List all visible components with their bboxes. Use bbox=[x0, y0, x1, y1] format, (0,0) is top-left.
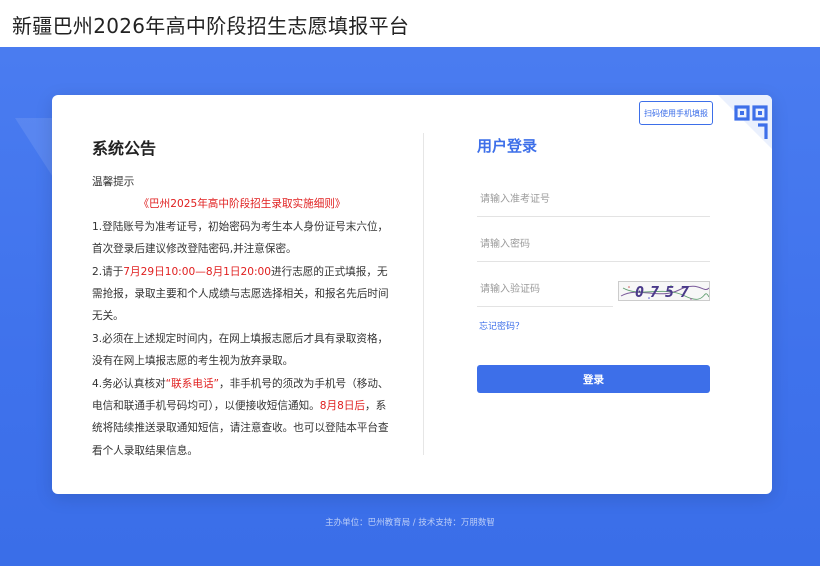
top-bar: 新疆巴州2026年高中阶段招生志愿填报平台 bbox=[0, 0, 820, 47]
notice-item-2-prefix: 2.请于 bbox=[92, 265, 124, 278]
captcha-text: 0757 bbox=[635, 283, 695, 301]
notice-panel: 系统公告 温馨提示 《巴州2025年高中阶段招生录取实施细则》 1.登陆账号为准… bbox=[92, 135, 392, 462]
qr-code-icon[interactable] bbox=[718, 95, 772, 149]
notice-item-4-date: 8月8日后 bbox=[319, 400, 366, 413]
qr-tip-badge[interactable]: 扫码使用手机填报 bbox=[639, 101, 713, 125]
forgot-password-link[interactable]: 忘记密码？ bbox=[479, 319, 524, 332]
exam-id-input[interactable] bbox=[477, 183, 710, 216]
password-field bbox=[477, 228, 710, 262]
notice-item-2-time: 7月29日10:00—8月1日20:00 bbox=[123, 265, 272, 278]
rules-link[interactable]: 《巴州2025年高中阶段招生录取实施细则》 bbox=[92, 193, 392, 215]
notice-item-3: 3.必须在上述规定时间内，在网上填报志愿后才具有录取资格，没有在网上填报志愿的考… bbox=[92, 332, 389, 368]
exam-id-field bbox=[477, 183, 710, 217]
login-panel: 用户登录 0757 忘记密码？ 登录 bbox=[477, 135, 710, 393]
login-button[interactable]: 登录 bbox=[477, 365, 710, 393]
footer-text: 主办单位：巴州教育局 / 技术支持：万朋数智 bbox=[325, 518, 495, 528]
site-title: 新疆巴州2026年高中阶段招生志愿填报平台 bbox=[12, 14, 410, 38]
main-card: 系统公告 温馨提示 《巴州2025年高中阶段招生录取实施细则》 1.登陆账号为准… bbox=[52, 95, 772, 494]
notice-item-4: 4.务必认真核对“联系电话”，非手机号的须改为手机号（移动、电信和联通手机号码均… bbox=[92, 373, 392, 463]
notice-item-4-phone: “联系电话” bbox=[165, 377, 220, 390]
captcha-image[interactable]: 0757 bbox=[618, 281, 710, 301]
notice-title: 系统公告 bbox=[92, 139, 157, 158]
notice-item-2: 2.请于7月29日10:00—8月1日20:00进行志愿的正式填报，无需抢报，录… bbox=[92, 261, 392, 328]
panel-divider bbox=[423, 133, 424, 455]
notice-body: 温馨提示 《巴州2025年高中阶段招生录取实施细则》 1.登陆账号为准考证号，初… bbox=[92, 171, 392, 462]
captcha-input[interactable] bbox=[477, 273, 613, 306]
password-input[interactable] bbox=[477, 228, 710, 261]
notice-greeting: 温馨提示 bbox=[92, 176, 135, 188]
captcha-field bbox=[477, 273, 613, 307]
notice-item-1: 1.登陆账号为准考证号，初始密码为考生本人身份证号末六位，首次登录后建议修改登陆… bbox=[92, 220, 389, 256]
login-title: 用户登录 bbox=[477, 137, 538, 155]
notice-item-4-prefix: 4.务必认真核对 bbox=[92, 377, 166, 390]
